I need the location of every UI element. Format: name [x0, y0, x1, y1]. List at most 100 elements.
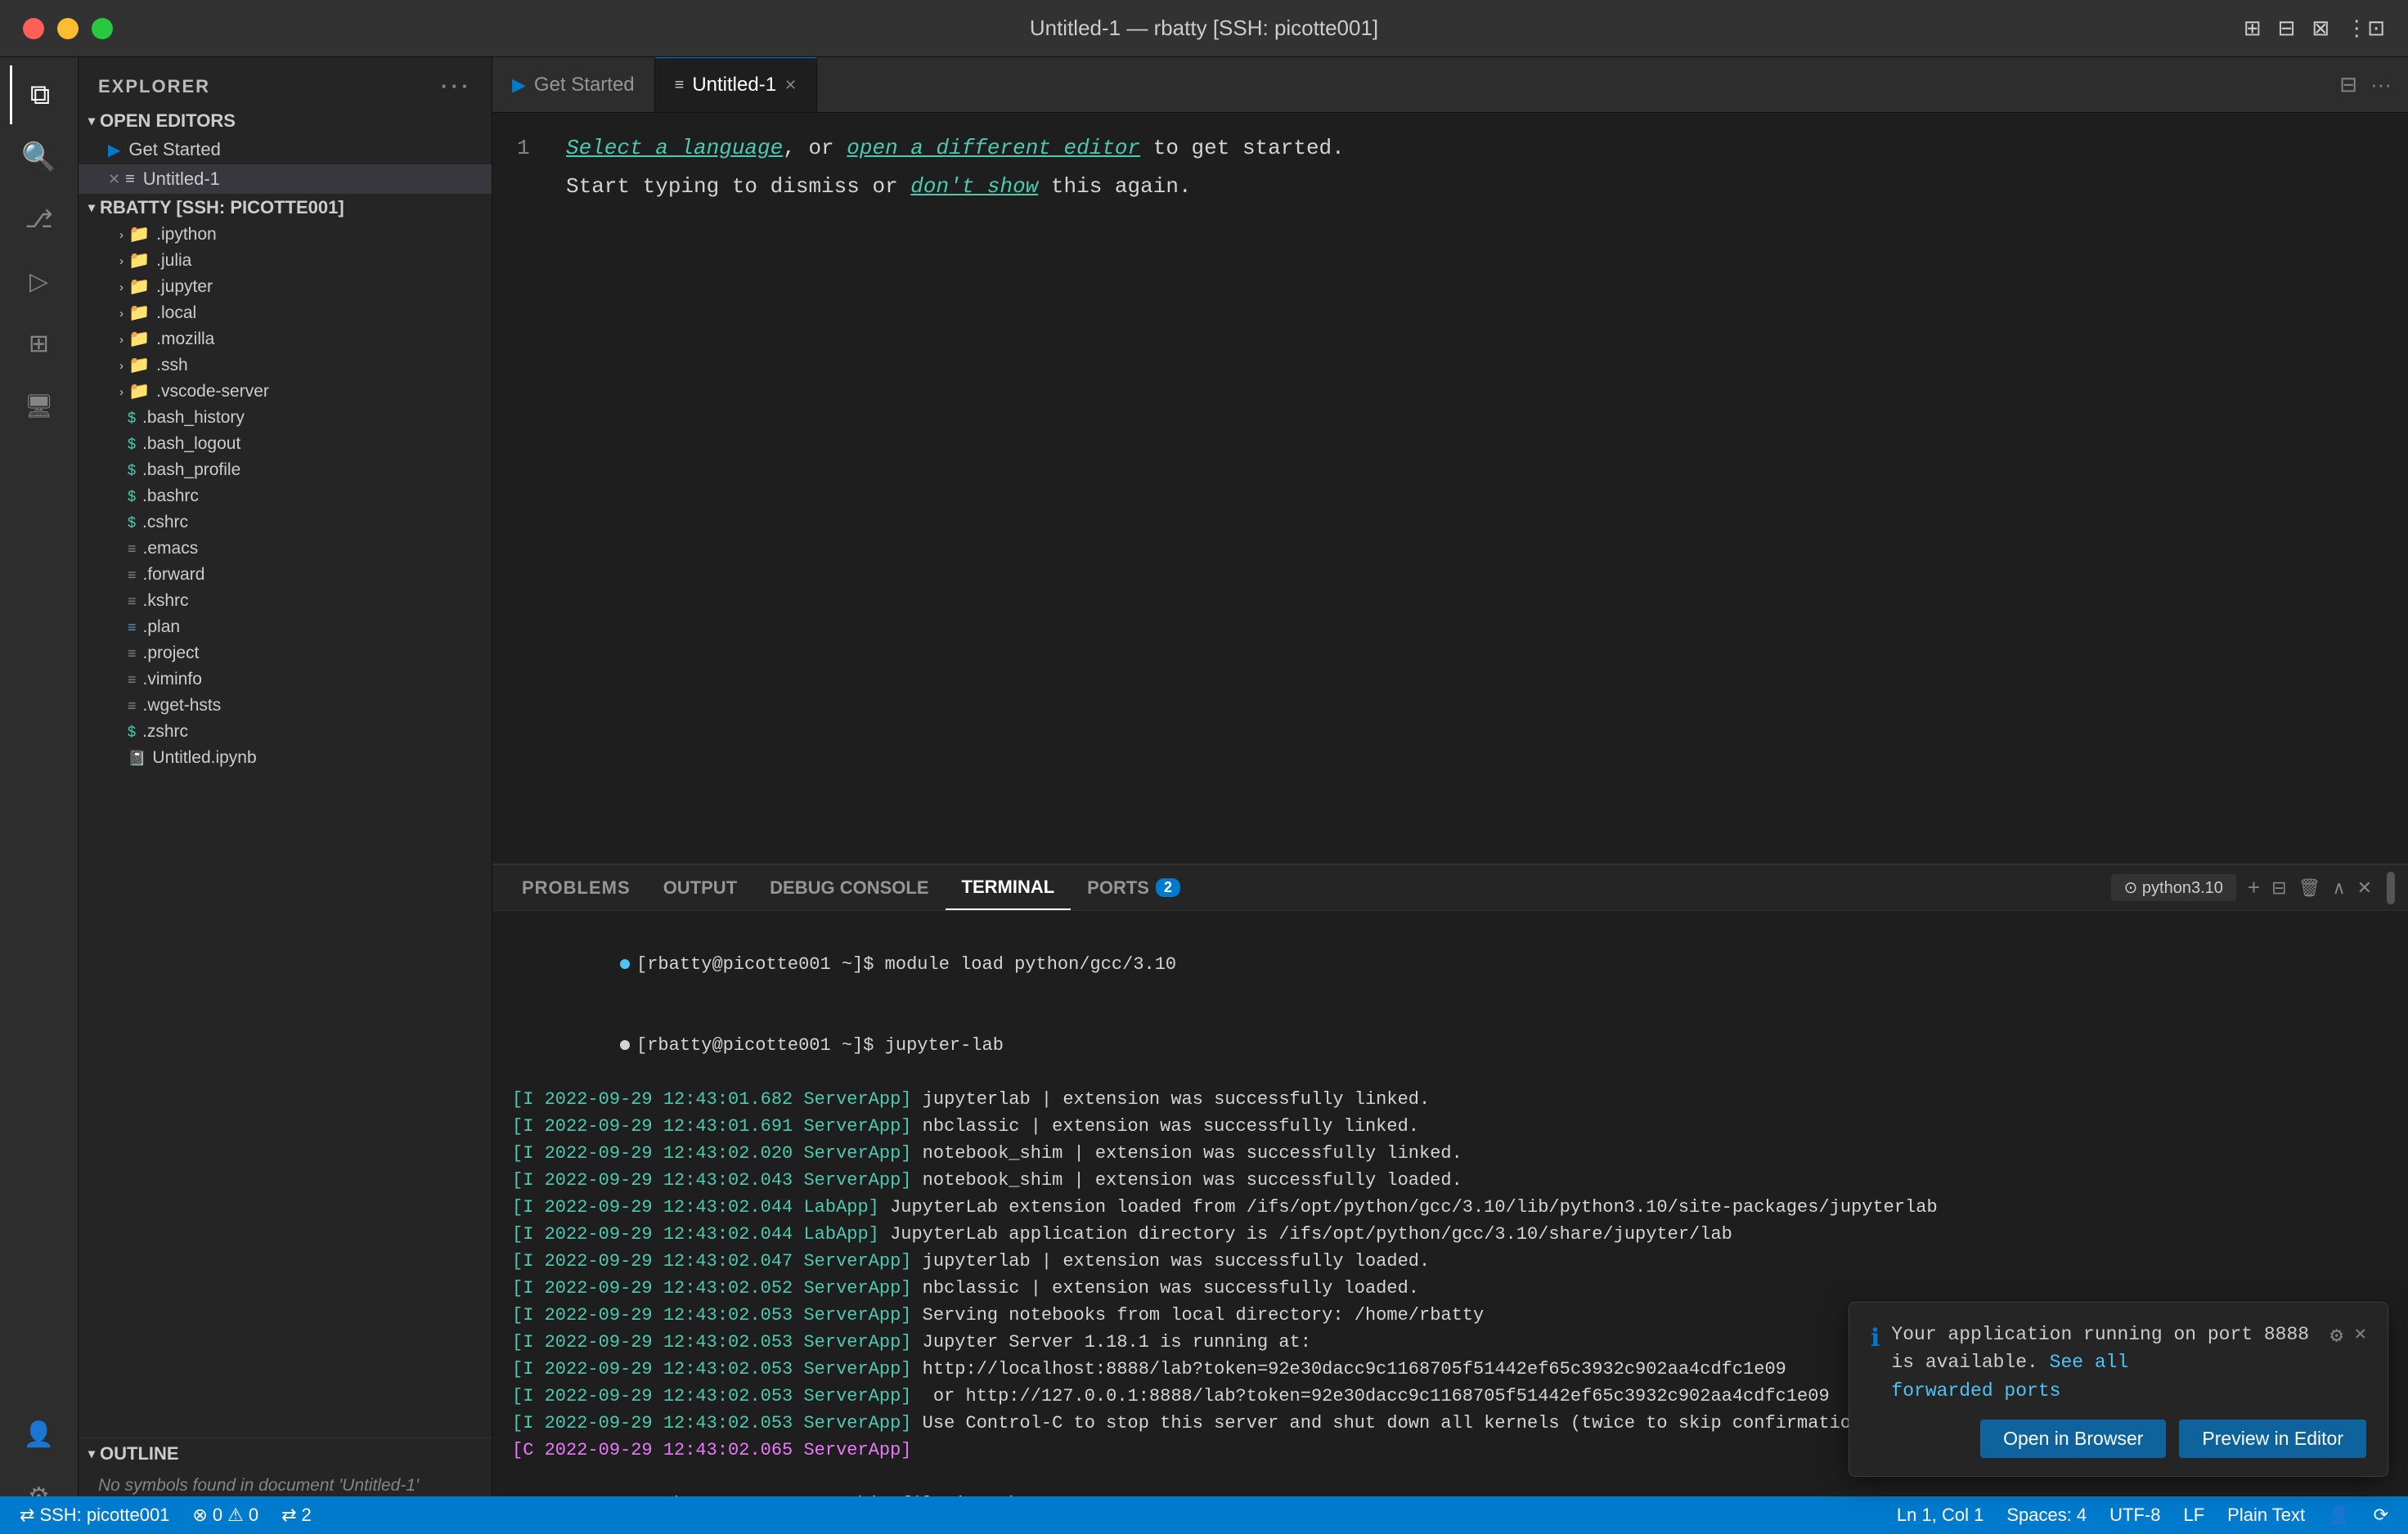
sidebar-header-actions[interactable]: ···: [441, 74, 472, 99]
new-terminal-icon[interactable]: +: [2248, 875, 2260, 900]
file-local[interactable]: › 📁 .local: [79, 300, 492, 326]
activity-account[interactable]: 👤: [10, 1405, 69, 1464]
rbatty-header[interactable]: ▾ RBATTY [SSH: PICOTTE001]: [79, 194, 492, 222]
file-project[interactable]: ≡ .project: [79, 640, 492, 666]
editor-line-1: 1 Select a language, or open a different…: [517, 129, 2383, 168]
panel-tab-bar: PROBLEMS OUTPUT DEBUG CONSOLE TERMINAL P…: [492, 865, 2408, 911]
status-ports[interactable]: ⇄ 2: [270, 1496, 323, 1534]
notif-close-icon[interactable]: ✕: [2355, 1321, 2366, 1350]
spaces-text: Spaces: 4: [2006, 1505, 2087, 1526]
file-zshrc[interactable]: $ .zshrc: [79, 719, 492, 745]
file-bash-logout[interactable]: $ .bash_logout: [79, 431, 492, 457]
open-in-browser-button[interactable]: Open in Browser: [1980, 1420, 2166, 1458]
file-wget-hsts[interactable]: ≡ .wget-hsts: [79, 693, 492, 719]
split-terminal-icon[interactable]: ⊟: [2271, 877, 2286, 899]
tab-ports[interactable]: PORTS 2: [1071, 865, 1197, 910]
panel-right-actions: ⊙ python3.10 + ⊟ 🗑 ∧ ✕: [2111, 872, 2395, 904]
split-editor-icon[interactable]: ⊟: [2339, 72, 2357, 97]
outline-label: OUTLINE: [100, 1443, 179, 1464]
file-bash-history[interactable]: $ .bash_history: [79, 405, 492, 431]
outline-header[interactable]: ▾ OUTLINE: [79, 1438, 492, 1469]
file-julia[interactable]: › 📁 .julia: [79, 248, 492, 274]
notification-top: ℹ Your application running on port 8888 …: [1871, 1321, 2366, 1406]
file-plan[interactable]: ≡ .plan: [79, 614, 492, 640]
tab-debug-console[interactable]: DEBUG CONSOLE: [753, 865, 945, 910]
status-encoding[interactable]: UTF-8: [2098, 1496, 2172, 1534]
preview-in-editor-button[interactable]: Preview in Editor: [2179, 1420, 2366, 1458]
ipython-label: .ipython: [156, 225, 217, 244]
file-jupyter[interactable]: › 📁 .jupyter: [79, 274, 492, 300]
activity-source-control[interactable]: ⎇: [10, 190, 69, 249]
file-untitled-ipynb[interactable]: 📓 Untitled.ipynb: [79, 745, 492, 771]
plan-label: .plan: [143, 617, 181, 637]
file-dollar-icon-5: $: [128, 514, 136, 532]
open-editors-get-started[interactable]: ▶ Get Started: [79, 135, 492, 164]
vscode-file-icon: ▶: [108, 140, 120, 160]
activity-search[interactable]: 🔍: [10, 128, 69, 186]
activity-explorer[interactable]: ⧉: [10, 65, 69, 124]
layout-icon-1[interactable]: ⊞: [2244, 16, 2262, 41]
tab-problems[interactable]: PROBLEMS: [505, 865, 647, 910]
tab-get-started[interactable]: ▶ Get Started: [492, 57, 655, 112]
notif-gear-icon[interactable]: ⚙: [2330, 1321, 2343, 1352]
file-text-icon: ≡: [125, 170, 135, 189]
status-notifications[interactable]: ⟳: [2362, 1496, 2400, 1534]
tab-untitled[interactable]: ≡ Untitled-1 ✕: [655, 57, 817, 112]
status-ssh[interactable]: ⇄ SSH: picotte001: [8, 1496, 181, 1534]
maximize-panel-icon[interactable]: ∧: [2332, 877, 2345, 899]
status-spaces[interactable]: Spaces: 4: [1995, 1496, 2098, 1534]
tab-terminal[interactable]: TERMINAL: [946, 865, 1071, 910]
maximize-button[interactable]: [92, 18, 113, 39]
line-number-1: 1: [517, 129, 541, 168]
bash-logout-label: .bash_logout: [142, 434, 240, 454]
editor-content[interactable]: 1 Select a language, or open a different…: [492, 113, 2408, 863]
line-number-2: [517, 168, 541, 206]
status-ln-col[interactable]: Ln 1, Col 1: [1885, 1496, 1995, 1534]
layout-icon-4[interactable]: ⋮⊡: [2346, 16, 2385, 41]
file-ipython[interactable]: › 📁 .ipython: [79, 222, 492, 248]
file-cshrc[interactable]: $ .cshrc: [79, 509, 492, 536]
jupyter-label: .jupyter: [156, 277, 213, 297]
tab-close-icon[interactable]: ✕: [784, 77, 797, 94]
file-ssh[interactable]: › 📁 .ssh: [79, 352, 492, 379]
file-mozilla[interactable]: › 📁 .mozilla: [79, 326, 492, 352]
notebook-icon: 📓: [128, 750, 146, 767]
explorer-icon: ⧉: [30, 79, 50, 111]
more-actions-icon[interactable]: ···: [2370, 72, 2392, 97]
scrollbar-indicator: [2387, 872, 2395, 904]
status-errors[interactable]: ⊗ 0 ⚠ 0: [181, 1496, 270, 1534]
select-language-link[interactable]: Select a language: [566, 136, 783, 160]
python-label[interactable]: ⊙ python3.10: [2111, 874, 2236, 901]
activity-remote[interactable]: 🖥: [10, 376, 69, 435]
activity-extensions[interactable]: ⊞: [10, 314, 69, 373]
open-editor-link[interactable]: open a different editor: [847, 136, 1140, 160]
file-forward[interactable]: ≡ .forward: [79, 562, 492, 588]
file-vscode-server[interactable]: › 📁 .vscode-server: [79, 379, 492, 405]
open-editors-header[interactable]: ▾ OPEN EDITORS: [79, 107, 492, 135]
close-panel-icon[interactable]: ✕: [2357, 877, 2372, 899]
file-viminfo[interactable]: ≡ .viminfo: [79, 666, 492, 693]
status-language[interactable]: Plain Text: [2216, 1496, 2316, 1534]
minimize-button[interactable]: [57, 18, 79, 39]
dont-show-link[interactable]: don't show: [910, 174, 1038, 199]
status-eol[interactable]: LF: [2172, 1496, 2216, 1534]
untitled-label: Untitled-1: [143, 168, 220, 190]
open-editors-untitled[interactable]: ✕ ≡ Untitled-1: [79, 164, 492, 194]
file-bashrc[interactable]: $ .bashrc: [79, 483, 492, 509]
activity-run-debug[interactable]: ▷: [10, 252, 69, 311]
layout-icon-2[interactable]: ⊟: [2278, 16, 2296, 41]
file-bash-profile[interactable]: $ .bash_profile: [79, 457, 492, 483]
ssh-status-icon: ⇄: [20, 1505, 34, 1526]
file-kshrc[interactable]: ≡ .kshrc: [79, 588, 492, 614]
status-feedback[interactable]: 👤: [2316, 1496, 2361, 1534]
file-lines-icon-6: ≡: [128, 697, 137, 715]
layout-icon-3[interactable]: ⊠: [2311, 16, 2329, 41]
forwarded-ports-link[interactable]: forwarded ports: [1891, 1380, 2060, 1402]
tab-output[interactable]: OUTPUT: [647, 865, 753, 910]
terminal-content[interactable]: [rbatty@picotte001 ~]$ module load pytho…: [492, 911, 2408, 1534]
kill-terminal-icon[interactable]: 🗑: [2298, 877, 2321, 899]
close-button[interactable]: [23, 18, 44, 39]
file-emacs[interactable]: ≡ .emacs: [79, 536, 492, 562]
titlebar: Untitled-1 — rbatty [SSH: picotte001] ⊞ …: [0, 0, 2408, 57]
notif-see-all-link[interactable]: See all: [2050, 1352, 2129, 1373]
